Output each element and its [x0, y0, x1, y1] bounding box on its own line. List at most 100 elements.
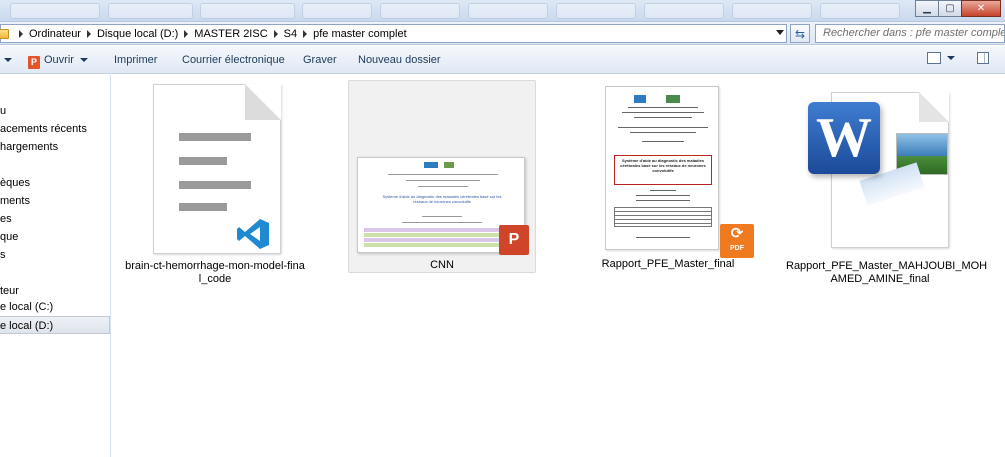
text-line: [179, 133, 251, 141]
breadcrumb-item-computer[interactable]: Ordinateur: [29, 28, 81, 40]
chevron-right-icon[interactable]: [184, 29, 189, 38]
minimize-icon: ▁: [923, 2, 931, 14]
taskbar-ghost-item[interactable]: [380, 3, 460, 19]
file-tile-cnn[interactable]: Système d'aide au diagnostic des maladie…: [348, 80, 536, 273]
powerpoint-app-icon: P: [28, 56, 40, 69]
breadcrumb: Ordinateur Disque local (D:) MASTER 2ISC…: [13, 28, 407, 40]
pdf-line: [636, 195, 690, 196]
nav-item[interactable]: u: [0, 102, 110, 120]
breadcrumb-item-drive-d[interactable]: Disque local (D:): [97, 28, 178, 40]
nav-item[interactable]: acements récents: [0, 120, 110, 138]
slide-line: [406, 180, 480, 181]
file-name-line: brain-ct-hemorrhage-mon-model-fina: [125, 260, 305, 272]
command-bar: P Ouvrir Imprimer Courrier électronique G…: [0, 46, 1005, 74]
slide-band: [364, 243, 514, 247]
page-fold: [919, 92, 949, 122]
nav-item[interactable]: ments: [0, 192, 110, 210]
refresh-icon: ⇆: [794, 26, 806, 41]
chevron-down-icon[interactable]: [776, 30, 784, 35]
vscode-icon: [237, 219, 269, 249]
slide-band: [364, 238, 514, 242]
breadcrumb-item-s4[interactable]: S4: [284, 28, 297, 40]
nav-item-drive-d[interactable]: e local (D:): [0, 316, 110, 334]
taskbar-ghost-item[interactable]: [200, 3, 295, 19]
file-name-label: Rapport_PFE_Master_MAHJOUBI_MOH AMED_AMI…: [786, 260, 988, 286]
burn-button[interactable]: Graver: [303, 54, 337, 66]
taskbar-ghost-item[interactable]: [556, 3, 636, 19]
pdf-icon: ⟳ PDF: [720, 224, 754, 258]
pdf-line: [622, 112, 704, 113]
logo-mark: [634, 95, 646, 103]
new-folder-button[interactable]: Nouveau dossier: [358, 54, 441, 66]
address-bar[interactable]: Ordinateur Disque local (D:) MASTER 2ISC…: [0, 24, 787, 43]
navigation-pane: u acements récents hargements èques ment…: [0, 75, 111, 457]
chevron-down-icon[interactable]: [947, 56, 955, 60]
close-icon: ✕: [976, 2, 986, 14]
taskbar-ghost-item[interactable]: [108, 3, 193, 19]
chevron-right-icon[interactable]: [273, 29, 278, 38]
title-bar: ▁ ▢ ✕: [0, 0, 1005, 22]
pdf-title-box: Système d'aide au diagnostic des maladie…: [614, 155, 712, 185]
taskbar-ghost-item[interactable]: [644, 3, 724, 19]
open-button[interactable]: P Ouvrir: [28, 54, 88, 69]
close-button[interactable]: ✕: [961, 0, 1001, 17]
slide-line: [388, 174, 498, 175]
nav-item[interactable]: que: [0, 228, 110, 246]
nav-item-drive-c[interactable]: e local (C:): [0, 298, 110, 316]
file-tile-word[interactable]: W Rapport_PFE_Master_MAHJOUBI_MOH AMED_A…: [786, 80, 987, 285]
logo-mark: [424, 162, 438, 168]
chevron-right-icon[interactable]: [19, 29, 23, 38]
file-name-line: AMED_AMINE_final: [830, 273, 930, 285]
organize-dropdown[interactable]: [0, 54, 12, 66]
view-mode-icon[interactable]: [927, 52, 941, 64]
slide-band: [364, 233, 514, 237]
maximize-button[interactable]: ▢: [938, 0, 962, 17]
search-input[interactable]: Rechercher dans : pfe master complet: [815, 24, 1005, 43]
pdf-line: [636, 237, 690, 238]
nav-item[interactable]: èques: [0, 174, 110, 192]
logo-mark: [666, 95, 680, 103]
pdf-line: [642, 141, 684, 142]
taskbar-ghost-item[interactable]: [820, 3, 900, 19]
nav-item[interactable]: s: [0, 246, 110, 264]
file-page-icon: [153, 84, 281, 254]
pdf-badge-label: PDF: [730, 245, 744, 252]
file-tile-code[interactable]: brain-ct-hemorrhage-mon-model-fina l_cod…: [121, 80, 309, 285]
taskbar-ghost-item[interactable]: [302, 3, 372, 19]
folder-icon: [0, 28, 9, 39]
breadcrumb-item-master[interactable]: MASTER 2ISC: [194, 28, 267, 40]
word-icon: W: [808, 102, 880, 174]
breadcrumb-item-current[interactable]: pfe master complet: [313, 28, 407, 40]
file-tile-pdf[interactable]: Système d'aide au diagnostic des maladie…: [574, 80, 762, 273]
page-fold: [245, 84, 281, 120]
powerpoint-icon: P: [499, 225, 529, 255]
pdf-line: [630, 132, 696, 133]
slide-title: Système d'aide au diagnostic des maladie…: [382, 194, 502, 204]
taskbar-ghost-item[interactable]: [10, 3, 100, 19]
nav-item[interactable]: hargements: [0, 138, 110, 156]
pdf-line: [634, 117, 692, 118]
chevron-right-icon[interactable]: [303, 29, 308, 38]
taskbar-ghost-item[interactable]: [732, 3, 812, 19]
acrobat-swirl-icon: ⟳: [730, 225, 744, 242]
nav-item[interactable]: es: [0, 210, 110, 228]
file-name-line: Rapport_PFE_Master_MAHJOUBI_MOH: [786, 260, 988, 272]
refresh-button[interactable]: ⇆: [790, 24, 810, 43]
preview-pane-icon[interactable]: [977, 52, 989, 64]
view-controls: [927, 52, 1005, 64]
chevron-right-icon[interactable]: [86, 29, 91, 38]
text-line: [179, 203, 227, 211]
taskbar-ghost-item[interactable]: [468, 3, 548, 19]
email-button[interactable]: Courrier électronique: [182, 54, 285, 66]
file-name-label: brain-ct-hemorrhage-mon-model-fina l_cod…: [121, 260, 309, 286]
explorer-window: ▁ ▢ ✕ Ordinateur Disque local (D:) MASTE…: [0, 0, 1005, 457]
pdf-line: [650, 190, 676, 191]
print-button[interactable]: Imprimer: [114, 54, 157, 66]
chevron-down-icon: [4, 58, 12, 63]
text-line: [179, 181, 251, 189]
minimize-button[interactable]: ▁: [915, 0, 939, 17]
open-label: Ouvrir: [44, 54, 74, 66]
file-name-line: l_code: [198, 273, 232, 285]
slide-line: [422, 216, 462, 217]
slide-line: [402, 222, 482, 223]
